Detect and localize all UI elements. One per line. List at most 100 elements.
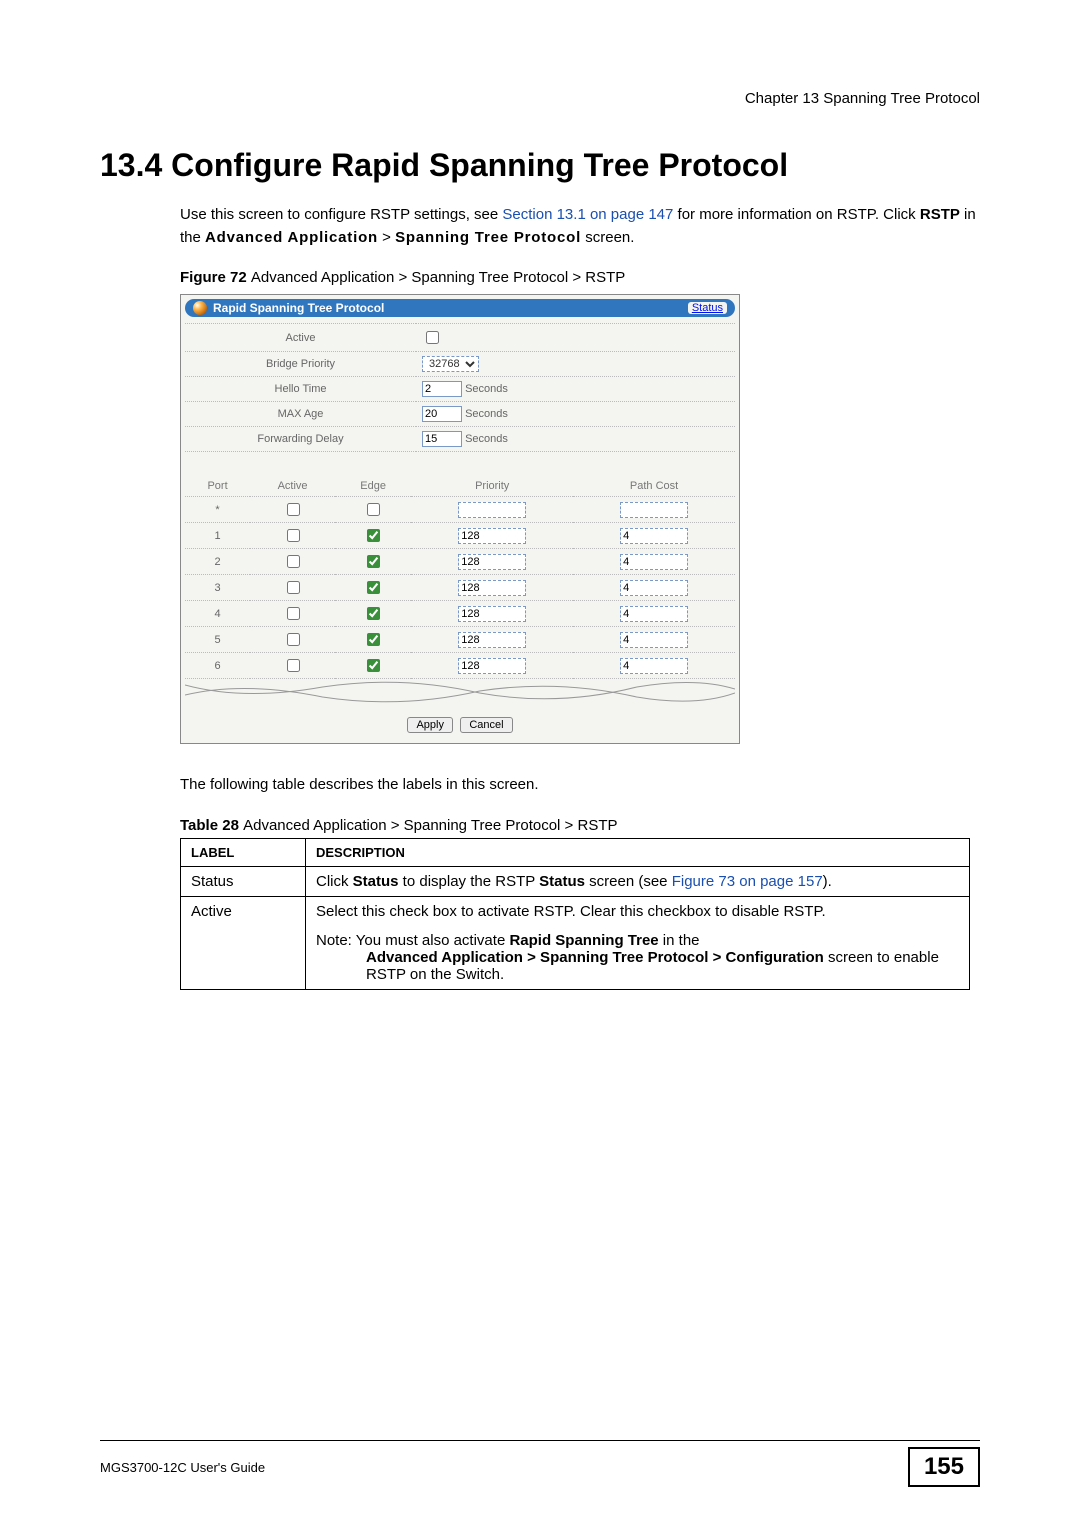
orb-icon [193, 301, 207, 315]
text: screen (see [585, 873, 672, 890]
max-age-input[interactable] [422, 406, 462, 422]
intro-paragraph: Use this screen to configure RSTP settin… [180, 204, 980, 249]
forwarding-delay-label: Forwarding Delay [185, 427, 416, 452]
port-table-header: Port Active Edge Priority Path Cost [185, 476, 735, 497]
port-row: 1 [185, 523, 735, 549]
port-priority-input[interactable] [458, 580, 526, 596]
text: Click [316, 873, 353, 890]
section-link[interactable]: Section 13.1 on page 147 [502, 206, 673, 223]
row-label: Active [181, 896, 306, 989]
text: for more information on RSTP. Click [673, 206, 919, 223]
port-priority-input[interactable] [458, 554, 526, 570]
bold-text: Rapid Spanning Tree [509, 932, 658, 949]
port-num: 2 [185, 549, 250, 575]
max-age-label: MAX Age [185, 402, 416, 427]
edge-col: Edge [335, 476, 411, 497]
port-edge-checkbox[interactable] [367, 633, 380, 646]
port-priority-input[interactable] [458, 528, 526, 544]
port-row: 4 [185, 601, 735, 627]
figure-title: Advanced Application > Spanning Tree Pro… [251, 269, 625, 286]
label-header: LABEL [181, 838, 306, 866]
cancel-button[interactable]: Cancel [460, 717, 512, 733]
rstp-panel: Rapid Spanning Tree Protocol Status Acti… [180, 294, 740, 744]
active-col: Active [250, 476, 335, 497]
rstp-label: RSTP [920, 206, 960, 223]
port-num: 4 [185, 601, 250, 627]
port-cost-input[interactable] [620, 632, 688, 648]
table-header-row: LABEL DESCRIPTION [181, 838, 970, 866]
hello-time-label: Hello Time [185, 377, 416, 402]
port-priority-input[interactable] [458, 502, 526, 518]
port-cost-input[interactable] [620, 528, 688, 544]
note-block: Note: You must also activate Rapid Spann… [316, 932, 959, 983]
bridge-priority-select[interactable]: 32768 [422, 356, 479, 372]
port-active-checkbox[interactable] [287, 581, 300, 594]
port-cost-input[interactable] [620, 658, 688, 674]
apply-button[interactable]: Apply [407, 717, 453, 733]
after-figure-text: The following table describes the labels… [180, 774, 980, 797]
port-active-checkbox[interactable] [287, 633, 300, 646]
text: to display the RSTP [399, 873, 540, 890]
port-edge-checkbox[interactable] [367, 659, 380, 672]
port-priority-input[interactable] [458, 658, 526, 674]
port-edge-checkbox[interactable] [367, 529, 380, 542]
port-priority-input[interactable] [458, 632, 526, 648]
port-col: Port [185, 476, 250, 497]
stp-label: Spanning Tree Protocol [395, 229, 581, 246]
priority-col: Priority [411, 476, 573, 497]
footer-guide-name: MGS3700-12C User's Guide [100, 1460, 265, 1475]
seconds-label: Seconds [465, 433, 508, 445]
port-edge-checkbox[interactable] [367, 607, 380, 620]
port-priority-input[interactable] [458, 606, 526, 622]
bold-text: Advanced Application > Spanning Tree Pro… [366, 949, 824, 966]
seconds-label: Seconds [465, 408, 508, 420]
port-edge-checkbox[interactable] [367, 503, 380, 516]
torn-edge [185, 679, 735, 703]
port-table: Port Active Edge Priority Path Cost * 1 [185, 476, 735, 679]
settings-table: Active Bridge Priority 32768 Hello Time … [185, 323, 735, 452]
port-active-checkbox[interactable] [287, 555, 300, 568]
port-num: 3 [185, 575, 250, 601]
footer-rule [100, 1440, 980, 1441]
port-cost-input[interactable] [620, 580, 688, 596]
port-num: 5 [185, 627, 250, 653]
bridge-priority-label: Bridge Priority [185, 352, 416, 377]
status-link[interactable]: Status [688, 302, 727, 314]
port-active-checkbox[interactable] [287, 529, 300, 542]
text: > [378, 229, 395, 246]
seconds-label: Seconds [465, 383, 508, 395]
port-active-checkbox[interactable] [287, 607, 300, 620]
forwarding-delay-input[interactable] [422, 431, 462, 447]
port-active-checkbox[interactable] [287, 503, 300, 516]
active-label: Active [185, 324, 416, 352]
figure-link[interactable]: Figure 73 on page 157 [672, 873, 823, 890]
port-cost-input[interactable] [620, 502, 688, 518]
port-row: * [185, 497, 735, 523]
text: Select this check box to activate RSTP. … [316, 903, 826, 920]
port-cost-input[interactable] [620, 554, 688, 570]
port-row: 5 [185, 627, 735, 653]
text: in the [659, 932, 700, 949]
button-row: Apply Cancel [185, 717, 735, 733]
note-text: Note: You must also activate [316, 932, 509, 949]
page-footer: MGS3700-12C User's Guide 155 [100, 1440, 980, 1487]
table-row: Status Click Status to display the RSTP … [181, 866, 970, 896]
text: Use this screen to configure RSTP settin… [180, 206, 502, 223]
text: screen. [581, 229, 634, 246]
status-text: Status [353, 873, 399, 890]
figure-number: Figure 72 [180, 269, 251, 286]
description-header: DESCRIPTION [306, 838, 970, 866]
port-num: * [185, 497, 250, 523]
row-description: Select this check box to activate RSTP. … [306, 896, 970, 989]
text: ). [823, 873, 832, 890]
hello-time-input[interactable] [422, 381, 462, 397]
figure-caption: Figure 72 Advanced Application > Spannin… [180, 269, 980, 286]
active-checkbox[interactable] [426, 331, 439, 344]
description-table: LABEL DESCRIPTION Status Click Status to… [180, 838, 970, 990]
port-active-checkbox[interactable] [287, 659, 300, 672]
port-edge-checkbox[interactable] [367, 555, 380, 568]
port-cost-input[interactable] [620, 606, 688, 622]
pathcost-col: Path Cost [573, 476, 735, 497]
status-text: Status [539, 873, 585, 890]
port-edge-checkbox[interactable] [367, 581, 380, 594]
